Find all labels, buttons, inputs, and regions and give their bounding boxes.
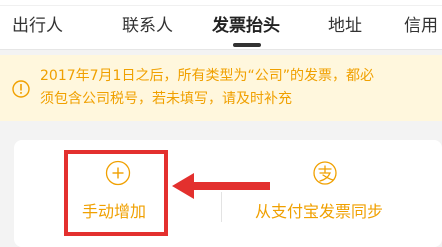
tab-credit[interactable]: 信用 (404, 6, 438, 50)
alipay-icon (313, 161, 337, 185)
tab-address[interactable]: 地址 (328, 6, 362, 50)
active-tab-indicator (233, 43, 261, 47)
tab-travelers[interactable]: 出行人 (12, 6, 63, 50)
alipay-sync-button[interactable]: 从支付宝发票同步 (255, 160, 395, 230)
notice-text: 2017年7月1日之后，所有类型为“公司”的发票，都必 须包含公司税号，若未填写… (40, 65, 438, 111)
tax-id-notice: 2017年7月1日之后，所有类型为“公司”的发票，都必 须包含公司税号，若未填写… (0, 55, 442, 121)
annotation-highlight-box (64, 150, 168, 236)
notice-line-1: 2017年7月1日之后，所有类型为“公司”的发票，都必 (40, 68, 374, 84)
info-icon (12, 80, 30, 98)
invoice-title-screen: 出行人 联系人 发票抬头 地址 信用 2017年7月1日之后，所有类型为“公司”… (0, 0, 442, 247)
alipay-sync-label: 从支付宝发票同步 (255, 202, 384, 221)
tab-contacts[interactable]: 联系人 (122, 6, 173, 50)
tab-bar: 出行人 联系人 发票抬头 地址 信用 (0, 6, 442, 50)
notice-line-2: 须包含公司税号，若未填写，请及时补充 (40, 91, 292, 107)
annotation-arrow-icon (172, 173, 270, 199)
